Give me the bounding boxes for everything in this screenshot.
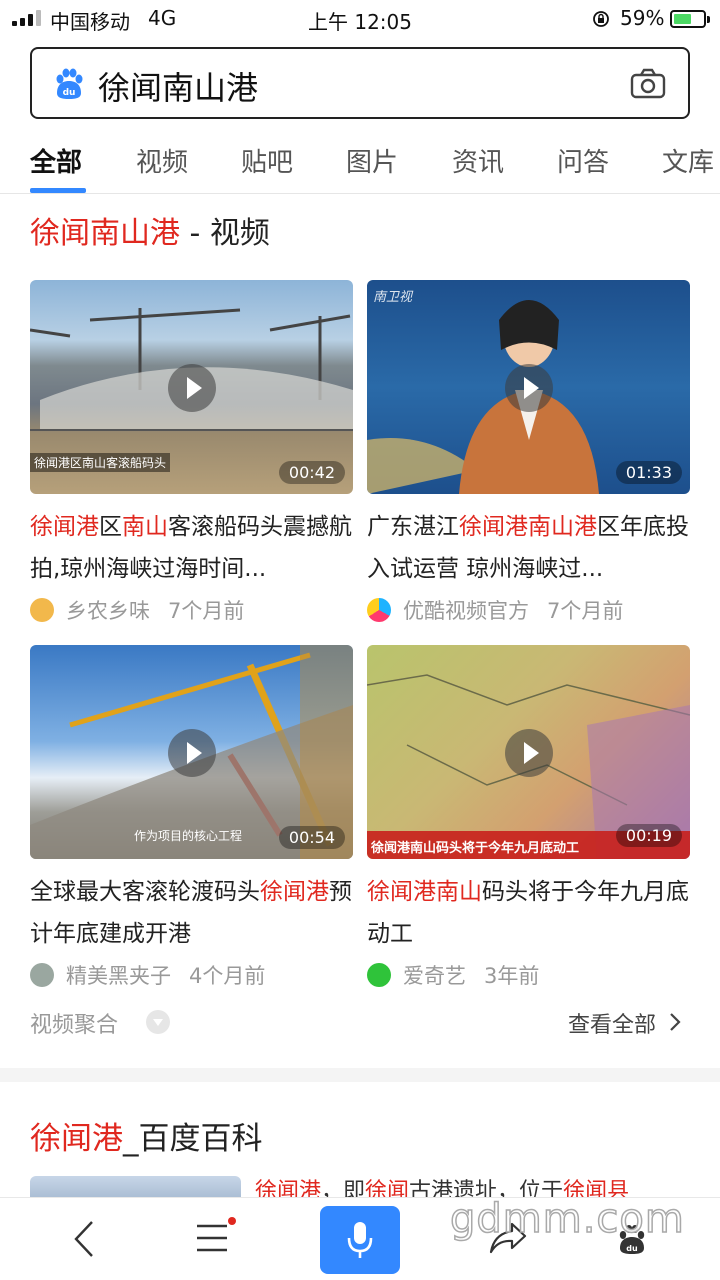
video-aggregate-label[interactable]: 视频聚合 [30,1007,118,1039]
notification-dot [228,1217,236,1225]
tab-news[interactable]: 资讯 [452,142,504,179]
video-title[interactable]: 全球最大客滚轮渡码头徐闻港预计年底建成开港 [30,871,353,955]
play-icon[interactable] [168,364,216,412]
video-meta: 精美黑夹子 4个月前 [30,959,353,991]
site-watermark: gdmm.com [449,1195,685,1243]
battery-percent: 59% [620,6,665,30]
svg-text:du: du [626,1244,638,1253]
video-overlay-text: 徐闻港南山码头将于今年九月底动工 [371,841,580,856]
play-icon[interactable] [505,729,553,777]
baike-title[interactable]: 徐闻港_百度百科 [30,1113,263,1158]
video-section-title[interactable]: 徐闻南山港 - 视频 [30,208,270,252]
video-thumbnail[interactable]: 作为项目的核心工程 00:54 [30,645,353,859]
video-duration: 00:19 [615,824,682,847]
tabs-divider [0,193,720,194]
chevron-right-icon[interactable] [668,1012,682,1032]
mic-icon [347,1222,373,1258]
video-thumbnail[interactable]: 徐闻港区南山客滚船码头 00:42 [30,280,353,494]
video-meta: 爱奇艺 3年前 [367,959,690,991]
video-time: 7个月前 [547,599,624,623]
section-divider [0,1068,720,1082]
svg-text:du: du [63,88,76,98]
video-time: 7个月前 [168,599,245,623]
video-thumbnail[interactable]: 南卫视 01:33 [367,280,690,494]
iqiyi-icon [367,963,391,987]
youku-icon [367,598,391,622]
back-icon[interactable] [72,1220,96,1258]
tab-images[interactable]: 图片 [346,142,398,179]
view-all-link[interactable]: 查看全部 [568,1007,656,1039]
video-overlay-text: 徐闻港区南山客滚船码头 [30,453,171,472]
video-time: 4个月前 [189,964,266,988]
menu-icon[interactable] [196,1223,228,1253]
chevron-down-icon[interactable] [146,1010,170,1034]
video-meta: 优酷视频官方 7个月前 [367,594,690,626]
camera-icon[interactable] [630,67,666,101]
video-title[interactable]: 徐闻港区南山客滚船码头震撼航拍,琼州海峡过海时间... [30,506,353,590]
video-title[interactable]: 广东湛江徐闻港南山港区年底投入试运营 琼州海峡过... [367,506,690,590]
status-bar: 中国移动 4G 上午 12:05 59% [0,0,720,38]
baidu-paw-icon: du [56,68,83,99]
tab-all[interactable]: 全部 [30,142,82,179]
video-title[interactable]: 徐闻港南山码头将于今年九月底动工 [367,871,690,955]
source-avatar-icon [30,963,54,987]
search-box[interactable]: du 徐闻南山港 [30,47,690,119]
video-section-title-highlight: 徐闻南山港 [30,216,180,251]
channel-watermark: 南卫视 [373,290,413,305]
video-card[interactable]: 徐闻港南山码头将于今年九月底动工 00:19 徐闻港南山码头将于今年九月底动工 … [367,645,690,991]
video-overlay-text: 作为项目的核心工程 [134,829,243,843]
play-icon[interactable] [168,729,216,777]
status-time: 上午 12:05 [308,10,412,34]
video-thumbnail[interactable]: 徐闻港南山码头将于今年九月底动工 00:19 [367,645,690,859]
video-source: 乡农乡味 [66,599,150,623]
tab-wenku[interactable]: 文库 [662,142,714,179]
video-card[interactable]: 南卫视 01:33 广东湛江徐闻港南山港区年底投入试运营 琼州海峡过... 优酷… [367,280,690,626]
source-avatar-icon [30,598,54,622]
video-duration: 00:42 [278,461,345,484]
video-section-title-rest: - 视频 [180,216,270,251]
tab-tieba[interactable]: 贴吧 [241,142,293,179]
video-meta: 乡农乡味 7个月前 [30,594,353,626]
tab-video[interactable]: 视频 [136,142,188,179]
search-tabs: 全部 视频 贴吧 图片 资讯 问答 文库 [0,130,720,192]
video-time: 3年前 [484,964,540,988]
search-input[interactable]: 徐闻南山港 [98,63,258,109]
video-source: 优酷视频官方 [403,599,529,623]
voice-search-button[interactable] [320,1206,400,1274]
tab-qa[interactable]: 问答 [557,142,609,179]
play-icon[interactable] [505,364,553,412]
battery-icon [670,10,710,28]
video-duration: 00:54 [278,826,345,849]
rotation-lock-icon [593,11,609,27]
video-card[interactable]: 作为项目的核心工程 00:54 全球最大客滚轮渡码头徐闻港预计年底建成开港 精美… [30,645,353,991]
video-card[interactable]: 徐闻港区南山客滚船码头 00:42 徐闻港区南山客滚船码头震撼航拍,琼州海峡过海… [30,280,353,626]
video-source: 精美黑夹子 [66,964,171,988]
video-source: 爱奇艺 [403,964,466,988]
video-duration: 01:33 [615,461,682,484]
